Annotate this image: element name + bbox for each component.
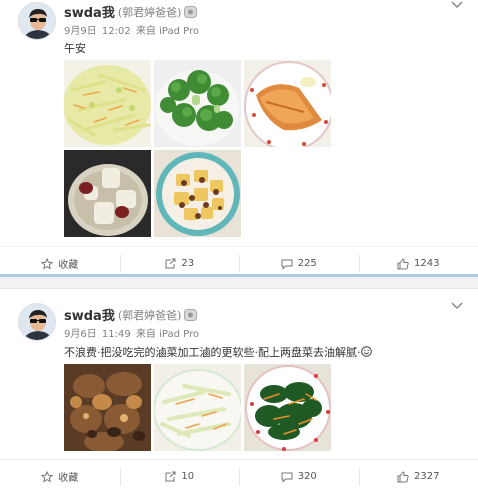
action-bar: 收藏 10 320 2327 xyxy=(0,459,478,492)
photo-broccoli[interactable] xyxy=(154,60,241,147)
remark-name: (郭君婷爸爸) xyxy=(117,308,182,322)
like-button[interactable]: 2327 xyxy=(358,460,478,492)
post-meta: 9月6日 11:49 来自 iPad Pro xyxy=(64,325,199,340)
post-meta: 9月9日 12:02 来自 iPad Pro xyxy=(64,22,199,37)
photo-radish-soup[interactable] xyxy=(64,150,151,237)
username[interactable]: swda我 xyxy=(64,305,115,324)
comment-icon xyxy=(281,472,293,483)
repost-count: 10 xyxy=(181,471,195,482)
photo-cabbage-carrot[interactable] xyxy=(154,364,241,451)
star-icon xyxy=(41,470,54,483)
chevron-down-icon[interactable] xyxy=(450,0,464,10)
username[interactable]: swda我 xyxy=(64,2,115,21)
post-text: 不浪费·把没吃完的滷菜加工滷的更软些·配上两盘菜去油解腻· xyxy=(64,344,372,360)
chevron-down-icon[interactable] xyxy=(450,301,464,311)
avatar[interactable] xyxy=(18,2,56,40)
post-text-content: 不浪费·把没吃完的滷菜加工滷的更软些·配上两盘菜去油解腻· xyxy=(64,346,361,359)
post-date[interactable]: 9月6日 xyxy=(64,329,97,340)
photo-cabbage-salad[interactable] xyxy=(64,60,151,147)
post-source: 来自 iPad Pro xyxy=(135,329,199,340)
comment-button[interactable]: 225 xyxy=(239,247,359,280)
member-badge-icon[interactable] xyxy=(184,308,198,321)
comment-count: 320 xyxy=(297,471,317,482)
post-source: 来自 iPad Pro xyxy=(135,26,199,37)
image-grid xyxy=(64,60,331,237)
photo-tofu-meat[interactable] xyxy=(154,150,241,237)
photo-braised-pork[interactable] xyxy=(64,364,151,451)
repost-button[interactable]: 23 xyxy=(119,247,240,280)
favorite-button[interactable]: 收藏 xyxy=(0,247,120,280)
favorite-button[interactable]: 收藏 xyxy=(0,460,120,492)
favorite-label: 收藏 xyxy=(58,260,79,271)
smile-emoji-icon xyxy=(360,346,372,357)
photo-grilled-salmon[interactable] xyxy=(244,60,331,147)
image-grid xyxy=(64,364,331,451)
comment-button[interactable]: 320 xyxy=(239,460,359,492)
member-badge-icon[interactable] xyxy=(184,5,198,18)
repost-icon xyxy=(165,258,176,268)
post-card: swda我 (郭君婷爸爸) 9月9日 12:02 来自 iPad Pro 午安 xyxy=(0,0,478,277)
like-count: 2327 xyxy=(414,471,440,482)
action-bar: 收藏 23 225 1243 xyxy=(0,246,478,280)
repost-button[interactable]: 10 xyxy=(119,460,240,492)
post-text: 午安 xyxy=(64,42,86,55)
thumbs-up-icon xyxy=(397,257,409,269)
repost-count: 23 xyxy=(181,258,195,269)
post-time[interactable]: 12:02 xyxy=(102,26,131,37)
remark-name: (郭君婷爸爸) xyxy=(117,5,182,19)
post-date[interactable]: 9月9日 xyxy=(64,26,97,37)
comment-count: 225 xyxy=(297,258,317,269)
like-button[interactable]: 1243 xyxy=(358,247,478,280)
repost-icon xyxy=(165,471,176,481)
author-row: swda我 (郭君婷爸爸) xyxy=(64,2,198,21)
favorite-label: 收藏 xyxy=(58,473,79,484)
star-icon xyxy=(41,257,54,270)
comment-icon xyxy=(281,259,293,270)
post-card: swda我 (郭君婷爸爸) 9月6日 11:49 来自 iPad Pro 不浪费… xyxy=(0,288,478,492)
thumbs-up-icon xyxy=(397,470,409,482)
author-row: swda我 (郭君婷爸爸) xyxy=(64,305,198,324)
post-time[interactable]: 11:49 xyxy=(102,329,131,340)
photo-spinach-carrot[interactable] xyxy=(244,364,331,451)
avatar[interactable] xyxy=(18,303,56,341)
like-count: 1243 xyxy=(414,258,440,269)
weibo-feed: swda我 (郭君婷爸爸) 9月9日 12:02 来自 iPad Pro 午安 xyxy=(0,0,478,492)
